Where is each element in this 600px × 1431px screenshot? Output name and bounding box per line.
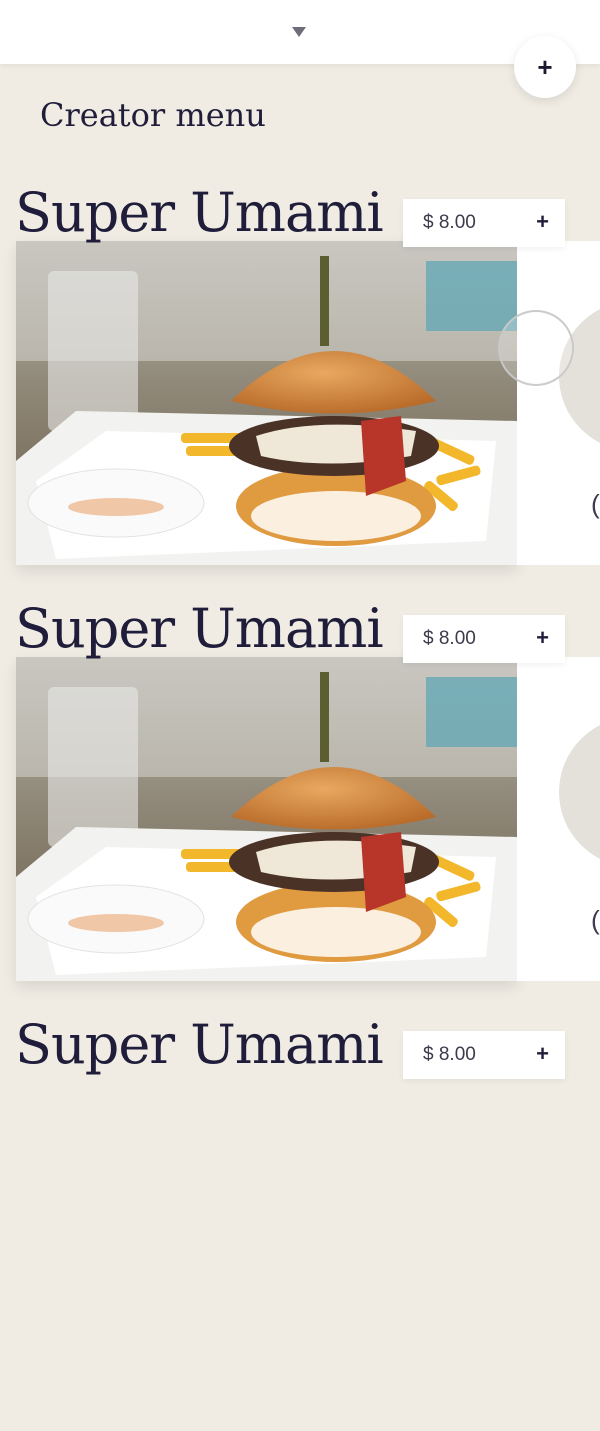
- item-title: Super Umami: [15, 181, 384, 244]
- next-item-preview[interactable]: (: [517, 657, 600, 981]
- burger-photo: [16, 657, 517, 981]
- next-item-preview[interactable]: (: [517, 241, 600, 565]
- preview-text: (: [591, 489, 600, 519]
- item-price: $ 8.00: [423, 1044, 476, 1065]
- drag-handle[interactable]: [498, 310, 574, 386]
- price-add-button[interactable]: $ 8.00 +: [403, 615, 565, 663]
- burger-illustration: [16, 657, 517, 981]
- burger-photo: [16, 241, 517, 565]
- item-price: $ 8.00: [423, 628, 476, 649]
- burger-illustration: [16, 241, 517, 565]
- menu-item-card[interactable]: Super Umami $ 8.00 +: [0, 597, 600, 1015]
- plus-icon: +: [536, 209, 549, 234]
- plus-icon: +: [537, 51, 553, 82]
- page-title: Creator menu: [40, 96, 266, 134]
- preview-text: (: [591, 905, 600, 935]
- preview-image: [559, 717, 600, 867]
- price-add-button[interactable]: $ 8.00 +: [403, 199, 565, 247]
- item-title: Super Umami: [15, 597, 384, 660]
- menu-item-card[interactable]: Super Umami $ 8.00 +: [0, 181, 600, 599]
- chevron-down-icon[interactable]: [292, 27, 306, 37]
- price-add-button[interactable]: $ 8.00 +: [403, 1031, 565, 1079]
- plus-icon: +: [536, 625, 549, 650]
- item-price: $ 8.00: [423, 212, 476, 233]
- plus-icon: +: [536, 1041, 549, 1066]
- menu-item-card[interactable]: Super Umami $ 8.00 +: [0, 1013, 600, 1431]
- add-button[interactable]: +: [514, 36, 576, 98]
- top-bar: [0, 0, 600, 64]
